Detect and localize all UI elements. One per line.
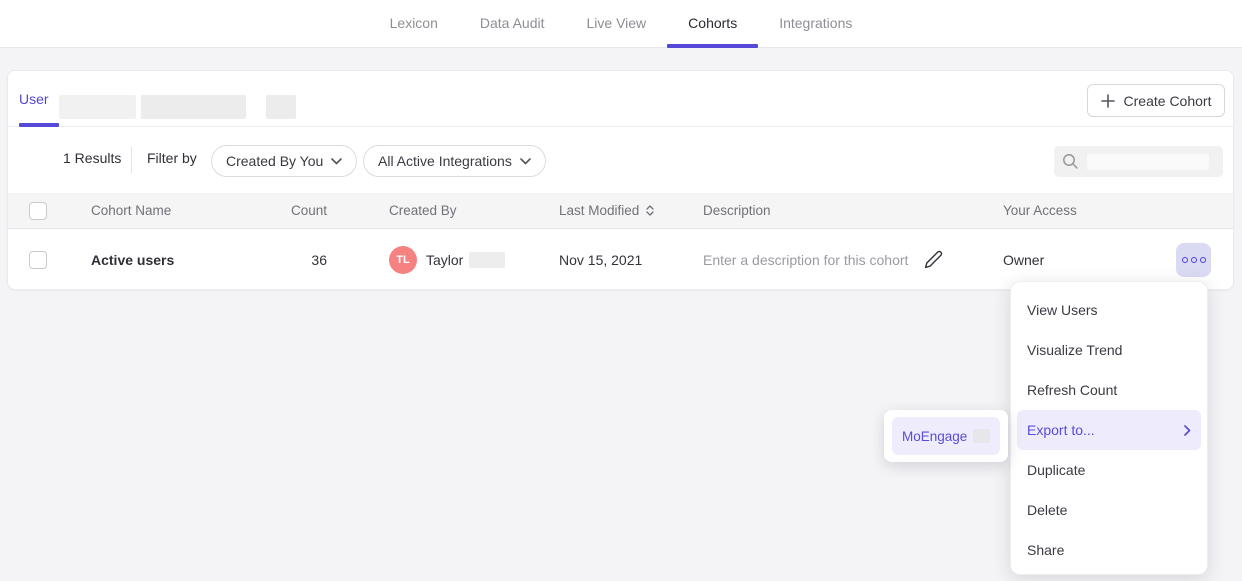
sort-arrows-icon bbox=[646, 205, 654, 216]
results-count: 1 Results bbox=[63, 150, 121, 166]
header-cohort-name: Cohort Name bbox=[91, 193, 171, 228]
chevron-down-icon bbox=[331, 158, 342, 165]
creator-name: Taylor bbox=[426, 252, 463, 268]
redacted-submenu-text bbox=[973, 429, 990, 443]
nav-tab-data-audit[interactable]: Data Audit bbox=[459, 0, 566, 47]
redacted-tab-placeholder bbox=[266, 95, 296, 119]
nav-tab-lexicon[interactable]: Lexicon bbox=[369, 0, 459, 47]
create-cohort-button[interactable]: Create Cohort bbox=[1087, 84, 1225, 117]
filter-by-label: Filter by bbox=[147, 150, 197, 166]
row-checkbox[interactable] bbox=[29, 251, 47, 269]
last-modified-cell: Nov 15, 2021 bbox=[559, 229, 642, 290]
toolbar-divider bbox=[131, 147, 132, 173]
chevron-right-icon bbox=[1184, 425, 1191, 436]
cohort-actions-menu: View Users Visualize Trend Refresh Count… bbox=[1010, 281, 1208, 575]
menu-item-share[interactable]: Share bbox=[1011, 530, 1207, 570]
three-dots-icon bbox=[1182, 257, 1188, 263]
nav-tab-live-view[interactable]: Live View bbox=[566, 0, 668, 47]
menu-item-delete[interactable]: Delete bbox=[1011, 490, 1207, 530]
header-last-modified[interactable]: Last Modified bbox=[559, 193, 654, 228]
plus-icon bbox=[1101, 94, 1115, 108]
header-count: Count bbox=[228, 193, 327, 228]
menu-item-duplicate[interactable]: Duplicate bbox=[1011, 450, 1207, 490]
search-icon bbox=[1062, 153, 1079, 170]
cohort-count: 36 bbox=[228, 229, 327, 290]
row-actions-button[interactable] bbox=[1176, 243, 1211, 277]
chevron-down-icon bbox=[520, 158, 531, 165]
redacted-tab-placeholder bbox=[141, 95, 246, 119]
redacted-search-text bbox=[1087, 154, 1209, 170]
menu-item-refresh-count[interactable]: Refresh Count bbox=[1011, 370, 1207, 410]
cohort-table-header: Cohort Name Count Created By Last Modifi… bbox=[8, 193, 1233, 229]
top-navigation: Lexicon Data Audit Live View Cohorts Int… bbox=[0, 0, 1242, 48]
search-input[interactable] bbox=[1054, 146, 1223, 177]
avatar: TL bbox=[389, 246, 417, 274]
export-submenu: MoEngage bbox=[884, 410, 1008, 462]
cohort-type-tab-row: User Create Cohort bbox=[8, 71, 1233, 127]
menu-item-view-users[interactable]: View Users bbox=[1011, 290, 1207, 330]
select-all-checkbox[interactable] bbox=[29, 202, 47, 220]
header-created-by: Created By bbox=[389, 193, 457, 228]
redacted-creator-surname bbox=[469, 252, 505, 268]
submenu-item-moengage[interactable]: MoEngage bbox=[892, 417, 1000, 455]
pencil-icon[interactable] bbox=[924, 250, 943, 269]
nav-tab-cohorts[interactable]: Cohorts bbox=[667, 0, 758, 47]
cohort-name-link[interactable]: Active users bbox=[91, 252, 174, 268]
description-placeholder[interactable]: Enter a description for this cohort bbox=[703, 252, 908, 268]
created-by-filter-dropdown[interactable]: Created By You bbox=[211, 145, 357, 177]
cohorts-toolbar: 1 Results Filter by Created By You All A… bbox=[8, 127, 1233, 193]
cohorts-panel: User Create Cohort 1 Results Filter by C… bbox=[7, 70, 1234, 290]
created-by-cell: TL Taylor bbox=[389, 229, 505, 290]
active-tab-underline bbox=[667, 44, 758, 48]
integrations-filter-dropdown[interactable]: All Active Integrations bbox=[363, 145, 546, 177]
description-cell: Enter a description for this cohort bbox=[703, 229, 943, 290]
menu-item-export-to[interactable]: Export to... bbox=[1017, 410, 1201, 450]
header-description: Description bbox=[703, 193, 771, 228]
header-your-access: Your Access bbox=[1003, 193, 1077, 228]
menu-item-visualize-trend[interactable]: Visualize Trend bbox=[1011, 330, 1207, 370]
nav-tab-integrations[interactable]: Integrations bbox=[758, 0, 873, 47]
tab-user[interactable]: User bbox=[19, 71, 49, 127]
redacted-tab-placeholder bbox=[59, 95, 136, 119]
